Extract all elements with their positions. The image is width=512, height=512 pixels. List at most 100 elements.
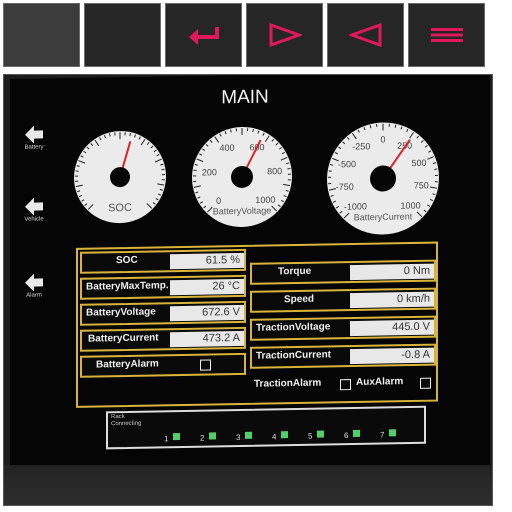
enter-icon [188, 27, 219, 45]
rack-led [209, 432, 217, 440]
play-left-icon [348, 22, 381, 48]
rack-item: 5 [308, 424, 325, 443]
gauge-tick [328, 170, 332, 172]
gauge-tick [434, 168, 438, 170]
gauge-label: BatteryVoltage [213, 205, 272, 216]
rack-status: Rack Connecting 1 2 3 4 5 6 7 [106, 405, 426, 450]
field-battery-current: BatteryCurrent 473.2 A [80, 326, 246, 352]
field-speed: Speed 0 km/h [250, 287, 436, 313]
sidebar-item-battery[interactable]: Battery [14, 124, 54, 151]
battery-alarm-checkbox[interactable] [200, 359, 211, 371]
gauge-label: BatteryCurrent [354, 211, 413, 222]
rack-led [281, 431, 289, 439]
gauge-tick-label: 500 [412, 158, 427, 168]
sidebar-item-alarm[interactable]: Alarm [14, 272, 54, 299]
field-label: TractionVoltage [256, 321, 331, 334]
field-label: BatteryVoltage [86, 306, 156, 319]
rack-item: 3 [236, 425, 253, 444]
rack-item: 2 [200, 425, 217, 444]
gauge-tick-label: -500 [338, 159, 356, 169]
gauge-tick [129, 133, 131, 137]
rack-led [245, 431, 253, 439]
gauge-tick [287, 167, 291, 170]
field-value: 445.0 V [350, 319, 434, 337]
gauge-tick-label: -750 [336, 182, 354, 192]
gauge-tick [369, 125, 372, 129]
sidebar-item-label: Battery [24, 144, 44, 151]
gauge-tick [193, 169, 197, 172]
gauge-tick [252, 128, 254, 133]
field-label: BatteryAlarm [96, 358, 159, 371]
play-forward-button[interactable] [246, 3, 323, 67]
enter-button[interactable] [165, 3, 242, 67]
field-value: 0 km/h [350, 291, 434, 309]
blank-button-2[interactable] [84, 3, 161, 67]
blank-button-1[interactable] [3, 3, 80, 67]
field-value: 61.5 % [170, 252, 244, 270]
gauge-tick [230, 129, 232, 133]
gauge-battery-current: -1000-750-500-25002505007501000BatteryCu… [327, 122, 439, 235]
arrow-left-icon [25, 125, 43, 144]
arrow-left-icon [25, 197, 43, 216]
gauge-tick-label: 800 [267, 166, 282, 176]
gauge-tick-label: 0 [380, 134, 385, 144]
gauge-tick-label: 1000 [401, 200, 421, 210]
rack-item: 6 [344, 423, 361, 442]
arrow-left-icon [25, 273, 43, 292]
field-label: BatteryCurrent [88, 332, 159, 345]
gauge-tick-label: 400 [220, 143, 235, 153]
field-value: 473.2 A [170, 330, 244, 348]
gauge-tick-label: 750 [414, 180, 429, 190]
field-battery-alarm: BatteryAlarm [80, 352, 246, 378]
field-traction-voltage: TractionVoltage 445.0 V [250, 315, 436, 341]
rack-item: 1 [164, 426, 181, 445]
field-traction-current: TractionCurrent -0.8 A [250, 343, 436, 369]
menu-icon [430, 28, 463, 42]
gauge-tick-label: -250 [352, 141, 370, 151]
field-value: -0.8 A [350, 347, 434, 365]
gauge-battery-voltage: 02004006008001000BatteryVoltage [192, 126, 292, 227]
field-battery-max-temp: BatteryMaxTemp. 26 °C [80, 274, 246, 300]
gauge-soc: SOC [74, 131, 166, 224]
field-soc: SOC 61.5 % [80, 248, 246, 274]
rack-led [173, 433, 181, 441]
sidebar-item-label: Vehicle [24, 216, 44, 223]
field-value: 672.6 V [170, 304, 244, 322]
monitor-bezel [4, 465, 492, 505]
aux-alarm-label: AuxAlarm [356, 376, 404, 388]
hmi-screen: MAIN Battery Vehicle Alarm SOC 0 200 400 6 0… [10, 75, 490, 497]
data-panel: SOC 61.5 % BatteryMaxTemp. 26 °C Battery… [76, 241, 438, 408]
sidebar-item-label: Alarm [26, 292, 42, 299]
page-title: MAIN [221, 86, 269, 109]
gauge-label: SOC [108, 202, 132, 214]
rack-title: Rack Connecting [111, 413, 142, 428]
field-value: 0 Nm [350, 263, 434, 281]
rack-item: 4 [272, 424, 289, 443]
field-alarms: TractionAlarm AuxAlarm [250, 372, 436, 397]
rack-led [389, 429, 397, 437]
gauge-tick-label: 200 [202, 167, 217, 177]
rack-led [353, 429, 361, 438]
gauge-tick [75, 170, 79, 172]
aux-alarm-checkbox[interactable] [420, 377, 431, 389]
field-label: SOC [116, 254, 138, 267]
field-torque: Torque 0 Nm [250, 259, 436, 285]
field-label: Speed [284, 293, 315, 306]
field-label: Torque [278, 265, 312, 278]
field-battery-voltage: BatteryVoltage 672.6 V [80, 300, 246, 326]
rack-item: 7 [380, 422, 397, 441]
gauge-tick [109, 133, 111, 137]
gauge-tick [161, 168, 165, 171]
sidebar-item-vehicle[interactable]: Vehicle [14, 196, 54, 223]
gauge-tick-label: 1000 [255, 195, 275, 205]
traction-alarm-label: TractionAlarm [254, 377, 322, 390]
rack-led [317, 430, 325, 438]
traction-alarm-checkbox[interactable] [340, 379, 351, 391]
play-back-button[interactable] [327, 3, 404, 67]
field-label: BatteryMaxTemp. [86, 280, 169, 293]
menu-button[interactable] [408, 3, 485, 67]
play-right-icon [269, 22, 302, 48]
field-label: TractionCurrent [256, 349, 332, 362]
hmi-photo: MAIN Battery Vehicle Alarm SOC 0 200 400 6 0… [3, 74, 493, 506]
gauge-tick-label: -1000 [344, 201, 367, 211]
